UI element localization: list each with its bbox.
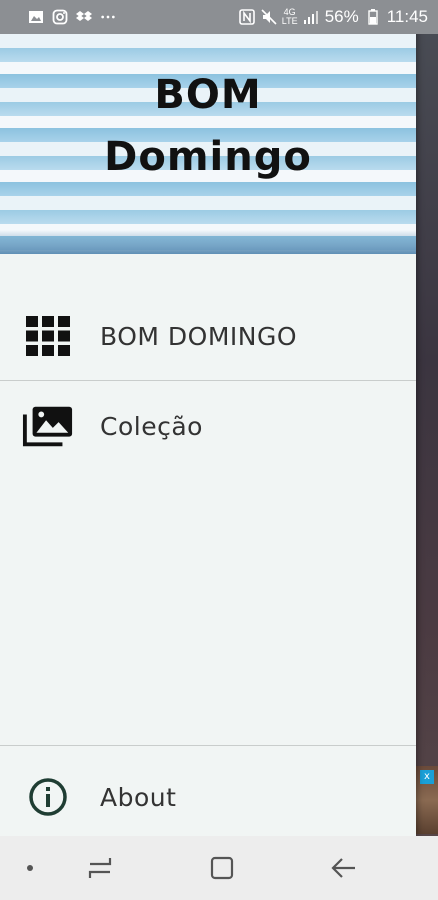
dot-icon[interactable] [10,848,50,888]
image-icon [28,9,44,25]
nfc-icon [238,9,255,25]
menu-item-colecao-label: Coleção [100,411,203,441]
network-type: 4G LTE [281,8,298,26]
recent-apps-icon[interactable] [80,848,120,888]
header-title-line1: BOM [154,72,262,118]
menu-divider [0,380,416,381]
drawer-header-image: BOM Domingo [0,34,416,254]
status-bar: 4G LTE 56% 11:45 [0,0,438,34]
drawer-header-title: BOM Domingo [0,64,416,188]
more-dots-icon [100,9,116,25]
menu-item-bom-domingo-label: BOM DOMINGO [100,321,298,351]
navigation-drawer: BOM Domingo BOM DOMINGO Coleção About [0,0,416,836]
system-navigation-bar [0,836,438,900]
menu-item-about-label: About [100,782,177,812]
ad-banner-edge[interactable]: x [416,766,438,834]
status-right-icons: 4G LTE 56% 11:45 [238,7,428,27]
footer-divider [0,745,416,746]
dropbox-icon [76,9,92,25]
ad-close-icon[interactable]: x [420,770,434,784]
battery-percentage: 56% [324,7,359,26]
grid-icon [22,312,74,360]
header-title-line2: Domingo [104,134,312,180]
home-icon[interactable] [202,848,242,888]
back-icon[interactable] [324,848,364,888]
signal-icon [303,9,319,25]
network-sub-label: LTE [281,16,298,26]
clock-time: 11:45 [386,7,428,26]
menu-item-about[interactable]: About [0,757,416,837]
menu-item-colecao[interactable]: Coleção [0,386,416,466]
instagram-icon [52,9,68,25]
menu-item-bom-domingo[interactable]: BOM DOMINGO [0,296,416,376]
info-icon [22,773,74,821]
status-left-icons [28,9,116,25]
photo-library-icon [22,402,74,450]
mute-icon [261,9,277,25]
battery-icon [365,9,381,25]
